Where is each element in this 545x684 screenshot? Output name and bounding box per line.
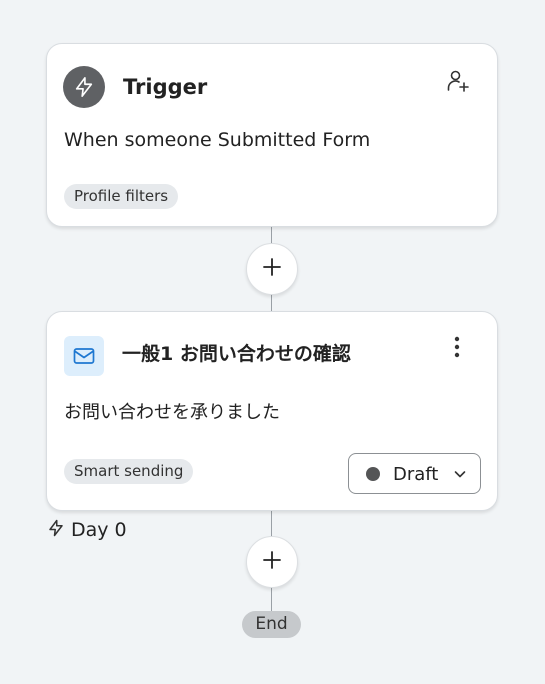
lightning-bolt-icon — [47, 519, 65, 542]
vertical-ellipsis-icon — [454, 336, 460, 362]
delay-text: Day 0 — [71, 519, 127, 541]
email-step-title: 一般1 お問い合わせの確認 — [122, 343, 351, 365]
end-node: End — [242, 611, 301, 638]
add-user-button[interactable] — [445, 70, 471, 96]
add-step-button[interactable] — [246, 536, 298, 588]
more-options-button[interactable] — [445, 336, 469, 362]
plus-icon — [262, 550, 282, 574]
add-user-icon — [446, 69, 470, 97]
status-label: Draft — [393, 464, 439, 485]
profile-filters-pill[interactable]: Profile filters — [64, 184, 179, 209]
trigger-card[interactable]: Trigger When someone Submitted Form Prof… — [46, 43, 498, 227]
status-dropdown[interactable]: Draft — [348, 453, 481, 494]
add-step-button[interactable] — [246, 243, 298, 295]
plus-icon — [262, 257, 282, 281]
lightning-bolt-icon — [63, 66, 105, 108]
status-dot — [366, 467, 380, 481]
trigger-description: When someone Submitted Form — [64, 129, 371, 151]
trigger-title: Trigger — [123, 75, 208, 99]
envelope-icon — [64, 336, 104, 376]
email-step-card[interactable]: 一般1 お問い合わせの確認 お問い合わせを承りました Smart sending… — [46, 311, 498, 511]
delay-label: Day 0 — [47, 518, 127, 542]
smart-sending-pill[interactable]: Smart sending — [64, 459, 194, 484]
chevron-down-icon — [453, 467, 467, 481]
email-subject: お問い合わせを承りました — [64, 402, 280, 423]
